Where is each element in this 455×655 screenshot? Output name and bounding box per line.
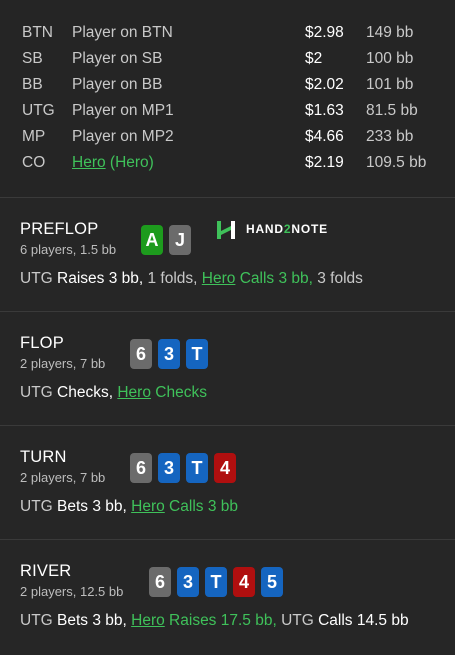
player-position: BB <box>22 76 43 93</box>
street-actions: UTG Bets 3 bb, Hero Raises 17.5 bb, UTG … <box>20 612 409 629</box>
player-name: Player on BTN <box>72 24 173 41</box>
street-title: FLOP <box>20 334 64 352</box>
player-stack: $1.63 <box>305 102 344 119</box>
card: A <box>141 225 163 255</box>
card: J <box>169 225 191 255</box>
player-row: BTN Player on BTN $2.98 149 bb <box>0 20 455 46</box>
street-preflop: PREFLOP 6 players, 1.5 bb AJ HAND2NOTE U… <box>0 197 455 311</box>
player-name: Player on MP2 <box>72 128 174 145</box>
street-subtitle: 2 players, 7 bb <box>20 356 106 371</box>
card: 6 <box>130 453 152 483</box>
player-stack: $2.19 <box>305 154 344 171</box>
street-actions: UTG Bets 3 bb, Hero Calls 3 bb <box>20 498 238 515</box>
player-stack: $2.02 <box>305 76 344 93</box>
hero-suffix: (Hero) <box>105 154 154 171</box>
hand2note-logo-text: HAND2NOTE <box>246 222 328 236</box>
card: 6 <box>130 339 152 369</box>
players-table: BTN Player on BTN $2.98 149 bb SB Player… <box>0 0 455 197</box>
street-subtitle: 2 players, 12.5 bb <box>20 584 124 599</box>
street-title: RIVER <box>20 562 72 580</box>
card: 3 <box>158 339 180 369</box>
player-stack-bb: 81.5 bb <box>366 102 418 119</box>
hero-link[interactable]: Hero <box>131 498 165 515</box>
hero-cards: AJ <box>141 225 197 255</box>
board-cards: 63T <box>130 339 214 369</box>
card: 3 <box>177 567 199 597</box>
card: T <box>186 453 208 483</box>
card: T <box>205 567 227 597</box>
card: 4 <box>233 567 255 597</box>
board-cards: 63T4 <box>130 453 242 483</box>
street-subtitle: 2 players, 7 bb <box>20 470 106 485</box>
hero-link[interactable]: Hero <box>117 384 151 401</box>
player-position: SB <box>22 50 43 67</box>
hero-link[interactable]: Hero <box>202 270 236 287</box>
street-turn: TURN 2 players, 7 bb 63T4 UTG Bets 3 bb,… <box>0 425 455 539</box>
street-title: PREFLOP <box>20 220 99 238</box>
player-name: Player on BB <box>72 76 163 93</box>
hero-link[interactable]: Hero <box>131 612 165 629</box>
street-actions: UTG Checks, Hero Checks <box>20 384 207 401</box>
player-position: MP <box>22 128 46 145</box>
player-stack-bb: 109.5 bb <box>366 154 427 171</box>
player-row-hero: CO Hero (Hero) $2.19 109.5 bb <box>0 150 455 176</box>
card: T <box>186 339 208 369</box>
player-stack: $2 <box>305 50 323 67</box>
street-actions: UTG Raises 3 bb, 1 folds, Hero Calls 3 b… <box>20 270 363 287</box>
board-cards: 63T45 <box>149 567 289 597</box>
player-stack-bb: 149 bb <box>366 24 414 41</box>
street-river: RIVER 2 players, 12.5 bb 63T45 UTG Bets … <box>0 539 455 655</box>
player-stack-bb: 100 bb <box>366 50 414 67</box>
player-name: Player on MP1 <box>72 102 174 119</box>
player-stack-bb: 101 bb <box>366 76 414 93</box>
player-stack-bb: 233 bb <box>366 128 414 145</box>
player-name: Player on SB <box>72 50 163 67</box>
player-row: UTG Player on MP1 $1.63 81.5 bb <box>0 98 455 124</box>
player-stack: $2.98 <box>305 24 344 41</box>
player-stack: $4.66 <box>305 128 344 145</box>
street-title: TURN <box>20 448 67 466</box>
card: 4 <box>214 453 236 483</box>
player-row: SB Player on SB $2 100 bb <box>0 46 455 72</box>
card: 5 <box>261 567 283 597</box>
player-position: BTN <box>22 24 53 41</box>
hand2note-logo-icon <box>217 221 235 239</box>
player-row: MP Player on MP2 $4.66 233 bb <box>0 124 455 150</box>
player-position: CO <box>22 154 46 171</box>
player-name: Hero (Hero) <box>72 150 154 176</box>
hero-link[interactable]: Hero <box>72 154 106 171</box>
card: 3 <box>158 453 180 483</box>
player-position: UTG <box>22 102 55 119</box>
hand-history-panel: BTN Player on BTN $2.98 149 bb SB Player… <box>0 0 455 655</box>
street-subtitle: 6 players, 1.5 bb <box>20 242 117 257</box>
card: 6 <box>149 567 171 597</box>
player-row: BB Player on BB $2.02 101 bb <box>0 72 455 98</box>
street-flop: FLOP 2 players, 7 bb 63T UTG Checks, Her… <box>0 311 455 425</box>
